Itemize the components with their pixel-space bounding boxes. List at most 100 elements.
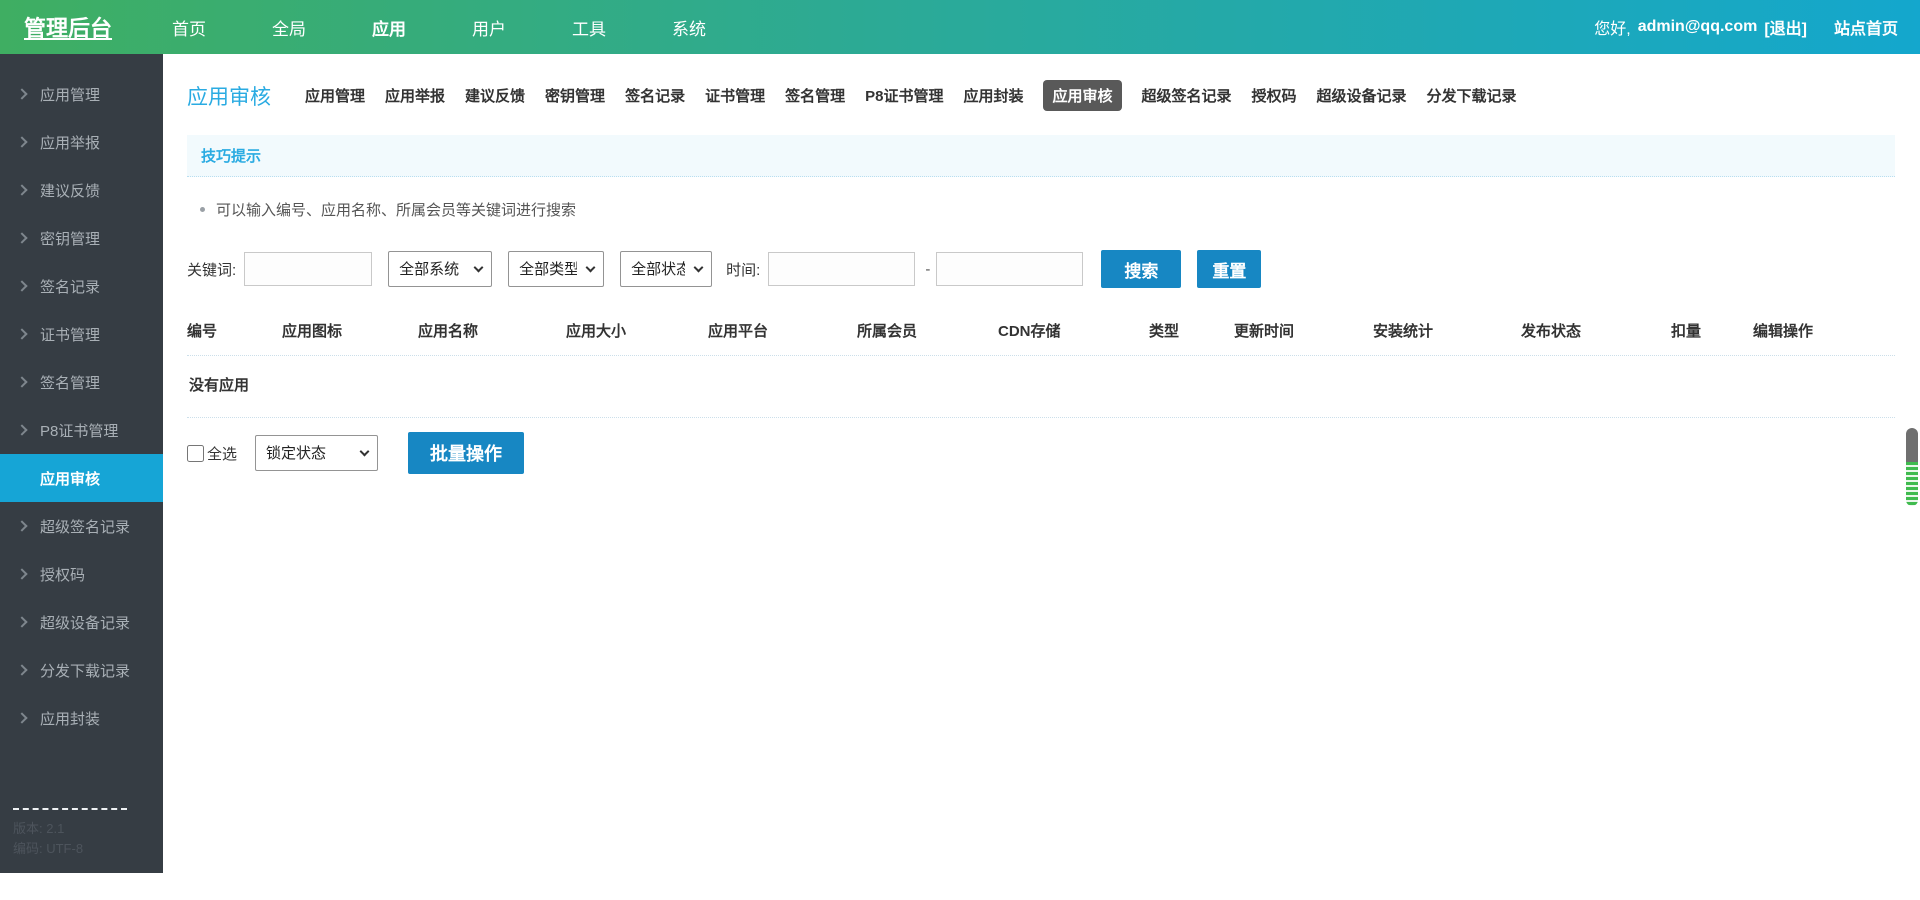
module-tab[interactable]: 超级设备记录 (1317, 85, 1407, 106)
table-header-cell: 应用图标 (282, 320, 418, 341)
sidebar-item-label: 应用审核 (40, 468, 100, 489)
batch-status-select[interactable]: 锁定状态 (255, 435, 378, 471)
scrollbar-thumb[interactable] (1906, 428, 1918, 506)
sidebar-item-label: 应用管理 (40, 84, 100, 105)
chevron-right-icon (16, 424, 27, 435)
module-tab[interactable]: 应用举报 (385, 85, 445, 106)
sidebar-item[interactable]: 应用审核 (0, 454, 163, 502)
sidebar: 应用管理 应用举报 建议反馈 密钥管理 (0, 54, 163, 900)
sidebar-item[interactable]: 建议反馈 (0, 166, 163, 214)
keyword-label: 关键词: (187, 259, 236, 280)
module-tab[interactable]: 建议反馈 (465, 85, 525, 106)
top-nav-item[interactable]: 应用 (372, 15, 406, 40)
system-select-wrap: 全部系统 (388, 251, 492, 287)
top-nav-item[interactable]: 工具 (572, 15, 606, 40)
system-select[interactable]: 全部系统 (388, 251, 492, 287)
module-tab[interactable]: 授权码 (1252, 85, 1297, 106)
logout-link[interactable]: [退出] (1764, 15, 1807, 39)
reset-button[interactable]: 重置 (1197, 250, 1261, 288)
sidebar-item[interactable]: 证书管理 (0, 310, 163, 358)
sidebar-item-label: 应用封装 (40, 708, 100, 729)
sidebar-item[interactable]: 超级设备记录 (0, 598, 163, 646)
table-header-cell: 更新时间 (1234, 320, 1373, 341)
sidebar-item-label: P8证书管理 (40, 420, 118, 441)
status-select[interactable]: 全部状态 (620, 251, 712, 287)
search-button[interactable]: 搜索 (1101, 250, 1181, 288)
table-header-cell: 应用平台 (708, 320, 857, 341)
table-header-cell: CDN存储 (998, 320, 1149, 341)
scrollbar-thumb-stripes (1906, 462, 1918, 506)
top-nav-item[interactable]: 首页 (172, 15, 206, 40)
module-tabs: 应用管理 应用举报 建议反馈 密钥管理 签名记录 证书管理 签名管理 P8证书管… (305, 80, 1517, 111)
chevron-right-icon (16, 280, 27, 291)
sidebar-item[interactable]: 应用封装 (0, 694, 163, 742)
sidebar-item-label: 授权码 (40, 564, 85, 585)
tips-list: 可以输入编号、应用名称、所属会员等关键词进行搜索 (187, 199, 1895, 220)
chevron-right-icon (16, 232, 27, 243)
table-header-cell: 编辑操作 (1753, 320, 1893, 341)
select-all-label: 全选 (207, 443, 237, 464)
module-tab[interactable]: P8证书管理 (865, 85, 943, 106)
sidebar-item-label: 签名管理 (40, 372, 100, 393)
chevron-right-icon (16, 184, 27, 195)
module-tab[interactable]: 应用审核 (1043, 80, 1121, 111)
chevron-right-icon (16, 712, 27, 723)
chevron-right-icon (16, 568, 27, 579)
encoding-text: 编码: UTF-8 (13, 839, 163, 859)
top-nav-item[interactable]: 全局 (272, 15, 306, 40)
time-start-input[interactable] (768, 252, 915, 286)
chevron-right-icon (16, 376, 27, 387)
module-tab[interactable]: 超级签名记录 (1142, 85, 1232, 106)
tips-item-text: 可以输入编号、应用名称、所属会员等关键词进行搜索 (216, 199, 576, 220)
select-all-checkbox[interactable] (187, 445, 204, 462)
sidebar-item-label: 签名记录 (40, 276, 100, 297)
scrollbar-thumb-top (1906, 428, 1918, 462)
chevron-right-icon (16, 616, 27, 627)
module-tab[interactable]: 密钥管理 (545, 85, 605, 106)
app-logo[interactable]: 管理后台 (24, 11, 112, 43)
sidebar-item[interactable]: 签名记录 (0, 262, 163, 310)
batch-actions: 全选 锁定状态 批量操作 (187, 432, 1895, 474)
top-nav-item[interactable]: 用户 (472, 15, 506, 40)
module-tab[interactable]: 签名记录 (625, 85, 685, 106)
top-nav-item[interactable]: 系统 (672, 15, 706, 40)
page-title: 应用审核 (187, 81, 271, 111)
greeting-text: 您好, (1594, 15, 1630, 39)
site-home-link[interactable]: 站点首页 (1834, 15, 1898, 39)
module-tab[interactable]: 分发下载记录 (1427, 85, 1517, 106)
table-header-cell: 安装统计 (1373, 320, 1521, 341)
module-tab[interactable]: 签名管理 (785, 85, 845, 106)
sidebar-item[interactable]: 密钥管理 (0, 214, 163, 262)
module-tab[interactable]: 证书管理 (705, 85, 765, 106)
sidebar-item[interactable]: 应用管理 (0, 70, 163, 118)
sidebar-item[interactable]: 超级签名记录 (0, 502, 163, 550)
table-header-cell: 所属会员 (857, 320, 998, 341)
module-tab[interactable]: 应用管理 (305, 85, 365, 106)
sidebar-item[interactable]: P8证书管理 (0, 406, 163, 454)
sidebar-item[interactable]: 分发下载记录 (0, 646, 163, 694)
time-end-input[interactable] (936, 252, 1083, 286)
type-select[interactable]: 全部类型 (508, 251, 604, 287)
chevron-right-icon (16, 664, 27, 675)
table-header-cell: 应用名称 (418, 320, 566, 341)
sidebar-item-label: 分发下载记录 (40, 660, 130, 681)
sidebar-item[interactable]: 授权码 (0, 550, 163, 598)
table-header-cell: 扣量 (1671, 320, 1753, 341)
empty-state-text: 没有应用 (187, 356, 1895, 418)
version-text: 版本: 2.1 (13, 819, 163, 839)
sidebar-item[interactable]: 应用举报 (0, 118, 163, 166)
top-bar: 管理后台 首页 全局 应用 用户 工具 系统 您好, admin@qq.com … (0, 0, 1920, 54)
bullet-icon (200, 207, 205, 212)
search-form: 关键词: 全部系统 全部类型 全部状态 时间: (187, 250, 1895, 288)
keyword-input[interactable] (244, 252, 372, 286)
user-area: 您好, admin@qq.com [退出] 站点首页 (1594, 15, 1898, 39)
username-text: admin@qq.com (1638, 18, 1758, 36)
apps-table: 编号 应用图标 应用名称 应用大小 应用平台 所属会员 CDN存储 类型 更新时… (187, 320, 1895, 418)
sidebar-item[interactable]: 签名管理 (0, 358, 163, 406)
tips-item: 可以输入编号、应用名称、所属会员等关键词进行搜索 (187, 199, 1895, 220)
sidebar-footer: 版本: 2.1 编码: UTF-8 (0, 808, 163, 873)
chevron-right-icon (16, 520, 27, 531)
sidebar-item-label: 密钥管理 (40, 228, 100, 249)
module-tab[interactable]: 应用封装 (963, 85, 1023, 106)
batch-action-button[interactable]: 批量操作 (408, 432, 524, 474)
